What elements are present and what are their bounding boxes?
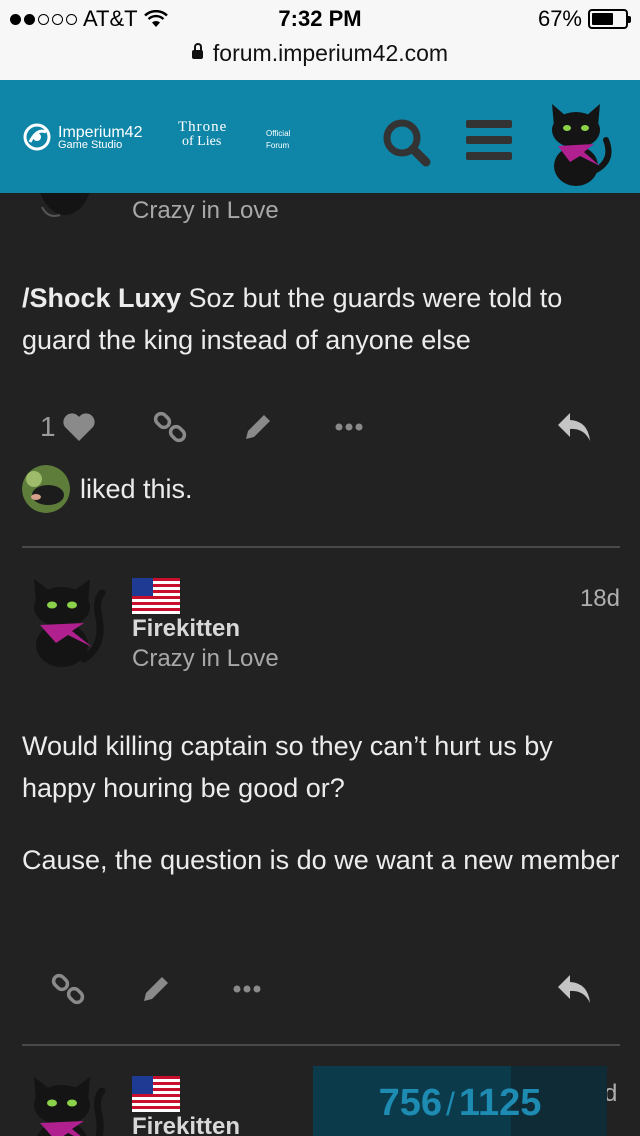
hamburger-menu-icon[interactable] xyxy=(466,120,512,160)
lock-icon xyxy=(191,43,203,59)
post-divider xyxy=(22,546,620,548)
post-avatar-black-cat[interactable] xyxy=(22,573,106,669)
share-link-button[interactable] xyxy=(152,407,188,447)
post-body-paragraph-2: Cause, the question is do we want a new … xyxy=(22,845,620,875)
battery-indicator: 67% xyxy=(537,6,631,32)
link-icon xyxy=(51,973,85,1005)
ellipsis-icon xyxy=(335,423,363,431)
post-counter: 756/1125 xyxy=(378,1082,542,1124)
game-title-top: Throne xyxy=(178,119,228,135)
link-icon xyxy=(153,411,187,443)
post-avatar-black-cat[interactable] xyxy=(22,1071,106,1136)
search-icon[interactable] xyxy=(380,116,432,168)
user-avatar-black-cat[interactable] xyxy=(540,100,614,190)
reply-button[interactable] xyxy=(556,969,594,1009)
imperium42-logo[interactable]: Imperium42 Game Studio xyxy=(22,122,142,152)
game-title-bottom: of Lies xyxy=(182,134,222,149)
user-title: Crazy in Love xyxy=(132,645,279,672)
us-flag-icon xyxy=(132,1076,180,1112)
edit-button[interactable] xyxy=(242,407,274,447)
pencil-icon xyxy=(144,977,168,1001)
share-link-button[interactable] xyxy=(50,969,86,1009)
more-options-button[interactable] xyxy=(232,969,262,1009)
ellipsis-icon xyxy=(233,985,261,993)
forum-header: Imperium42 Game Studio Throne of Lies Of… xyxy=(0,80,640,193)
reply-arrow-icon xyxy=(558,975,590,1003)
liked-text: liked this. xyxy=(80,473,193,504)
ios-status-bar: AT&T 7:32 PM 67% forum.imperium42.com xyxy=(0,0,640,81)
liker-avatar-mole[interactable] xyxy=(22,465,70,513)
heart-icon xyxy=(62,413,95,441)
battery-icon xyxy=(588,9,631,29)
user-title: Crazy in Love xyxy=(132,197,279,224)
battery-percent: 67% xyxy=(537,6,582,31)
post-divider xyxy=(22,1044,620,1046)
official-forum-label: Official Forum xyxy=(266,129,291,150)
topic-progress-indicator[interactable]: 756/1125 xyxy=(313,1066,607,1136)
user-mention[interactable]: /Shock Luxy xyxy=(22,283,181,313)
post-actions xyxy=(0,969,640,1019)
pencil-icon xyxy=(246,415,270,439)
url-bar[interactable]: forum.imperium42.com xyxy=(0,40,640,67)
throne-of-lies-logo[interactable]: Throne of Lies xyxy=(178,120,227,149)
more-options-button[interactable] xyxy=(334,407,364,447)
post-body: /Shock Luxy Soz but the guards were told… xyxy=(22,283,563,355)
edit-button[interactable] xyxy=(140,969,172,1009)
like-button[interactable]: 1 xyxy=(40,407,96,447)
url-text: forum.imperium42.com xyxy=(212,40,449,66)
like-count: 1 xyxy=(40,411,56,442)
post-avatar-black-cat[interactable] xyxy=(30,193,100,221)
total-post-count: 1125 xyxy=(458,1082,542,1124)
post-actions: 1 xyxy=(0,407,640,457)
liked-by-row: liked this. xyxy=(22,465,193,513)
imperium42-swirl-icon xyxy=(23,123,51,151)
topic-stream: Crazy in Love /Shock Luxy Soz but the gu… xyxy=(0,193,640,1136)
username[interactable]: Firekitten xyxy=(132,1113,240,1136)
post-body-paragraph-1: Would killing captain so they can’t hurt… xyxy=(22,731,553,803)
reply-button[interactable] xyxy=(556,407,594,447)
current-post-number: 756 xyxy=(378,1082,443,1124)
brand-name: Imperium42 xyxy=(58,123,143,141)
reply-arrow-icon xyxy=(558,413,590,441)
us-flag-icon xyxy=(132,578,180,614)
post-date[interactable]: 18d xyxy=(580,585,620,613)
brand-subtitle: Game Studio xyxy=(58,138,123,151)
username[interactable]: Firekitten xyxy=(132,615,240,643)
